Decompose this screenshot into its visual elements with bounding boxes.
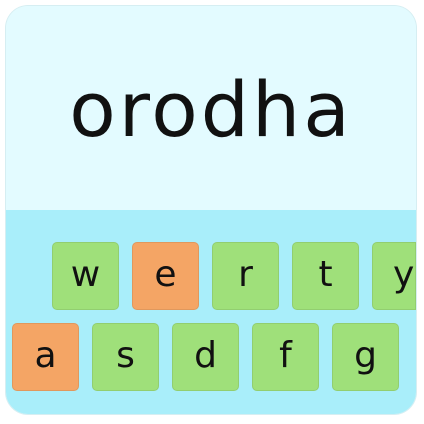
keyboard: w e r t y a s d f g [6, 210, 416, 414]
key-label: d [194, 334, 217, 376]
word-display-area: orodha [6, 6, 416, 210]
key-a[interactable]: a [12, 323, 79, 391]
key-w[interactable]: w [52, 242, 119, 310]
key-y[interactable]: y [372, 242, 416, 310]
key-label: y [393, 253, 415, 295]
key-label: w [70, 253, 101, 295]
key-label: g [354, 334, 377, 376]
key-label: a [34, 334, 57, 376]
key-t[interactable]: t [292, 242, 359, 310]
key-s[interactable]: s [92, 323, 159, 391]
key-label: f [279, 334, 292, 376]
target-word: orodha [69, 65, 353, 154]
key-g[interactable]: g [332, 323, 399, 391]
key-label: r [238, 253, 253, 295]
key-f[interactable]: f [252, 323, 319, 391]
key-r[interactable]: r [212, 242, 279, 310]
key-label: e [154, 253, 177, 295]
app-frame: orodha w e r t y a s d f g [6, 6, 416, 414]
key-d[interactable]: d [172, 323, 239, 391]
key-label: t [318, 253, 333, 295]
key-label: s [116, 334, 135, 376]
key-e[interactable]: e [132, 242, 199, 310]
